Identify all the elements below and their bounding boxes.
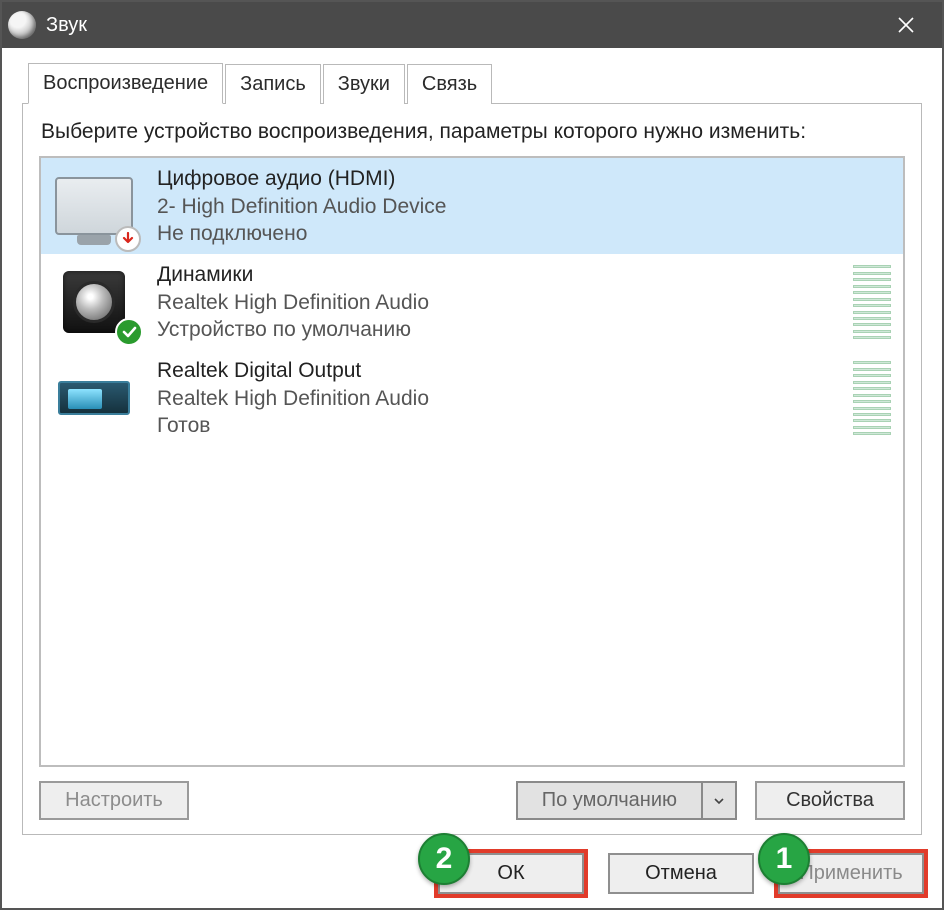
level-meter [853, 265, 891, 339]
ok-button[interactable]: 2 ОК [438, 853, 584, 894]
below-list-buttons: Настроить По умолчанию Свойства [39, 781, 905, 820]
device-name: Динамики [157, 261, 845, 288]
tab-strip: Воспроизведение Запись Звуки Связь [28, 62, 922, 103]
client-area: Воспроизведение Запись Звуки Связь Выбер… [2, 48, 942, 843]
speaker-icon [49, 262, 139, 342]
sound-dialog: Звук Воспроизведение Запись Звуки Связь … [0, 0, 944, 910]
apply-button[interactable]: 1 Применить [778, 853, 924, 894]
dialog-footer: 2 ОК Отмена 1 Применить [2, 843, 942, 908]
close-button[interactable] [878, 2, 934, 48]
annotation-step-1: 1 [758, 833, 810, 885]
window-title: Звук [46, 14, 87, 37]
device-item-hdmi[interactable]: Цифровое аудио (HDMI) 2- High Definition… [41, 158, 903, 254]
tab-recording[interactable]: Запись [225, 64, 321, 104]
device-name: Цифровое аудио (HDMI) [157, 165, 895, 192]
tab-communications[interactable]: Связь [407, 64, 492, 104]
chevron-down-icon [713, 795, 725, 807]
set-default-label: По умолчанию [518, 783, 701, 818]
tab-sounds[interactable]: Звуки [323, 64, 405, 104]
properties-button[interactable]: Свойства [755, 781, 905, 820]
configure-button[interactable]: Настроить [39, 781, 189, 820]
set-default-dropdown[interactable] [701, 783, 735, 818]
set-default-button[interactable]: По умолчанию [516, 781, 737, 820]
tab-playback[interactable]: Воспроизведение [28, 63, 223, 104]
device-status: Не подключено [157, 220, 895, 247]
device-desc: Realtek High Definition Audio [157, 385, 845, 412]
level-meter [853, 361, 891, 435]
not-connected-icon [115, 226, 141, 252]
monitor-icon [49, 166, 139, 246]
device-desc: 2- High Definition Audio Device [157, 193, 895, 220]
speaker-app-icon [8, 11, 36, 39]
device-list[interactable]: Цифровое аудио (HDMI) 2- High Definition… [39, 156, 905, 767]
annotation-step-2: 2 [418, 833, 470, 885]
device-status: Устройство по умолчанию [157, 316, 845, 343]
device-desc: Realtek High Definition Audio [157, 289, 845, 316]
cancel-button[interactable]: Отмена [608, 853, 754, 894]
close-icon [897, 16, 915, 34]
tab-panel-playback: Выберите устройство воспроизведения, пар… [22, 103, 922, 835]
device-item-speakers[interactable]: Динамики Realtek High Definition Audio У… [41, 254, 903, 350]
device-status: Готов [157, 412, 845, 439]
default-check-icon [115, 318, 143, 346]
device-item-digital-output[interactable]: Realtek Digital Output Realtek High Defi… [41, 350, 903, 446]
instruction-text: Выберите устройство воспроизведения, пар… [41, 118, 903, 146]
device-name: Realtek Digital Output [157, 357, 845, 384]
optical-device-icon [49, 358, 139, 438]
titlebar: Звук [2, 2, 942, 48]
